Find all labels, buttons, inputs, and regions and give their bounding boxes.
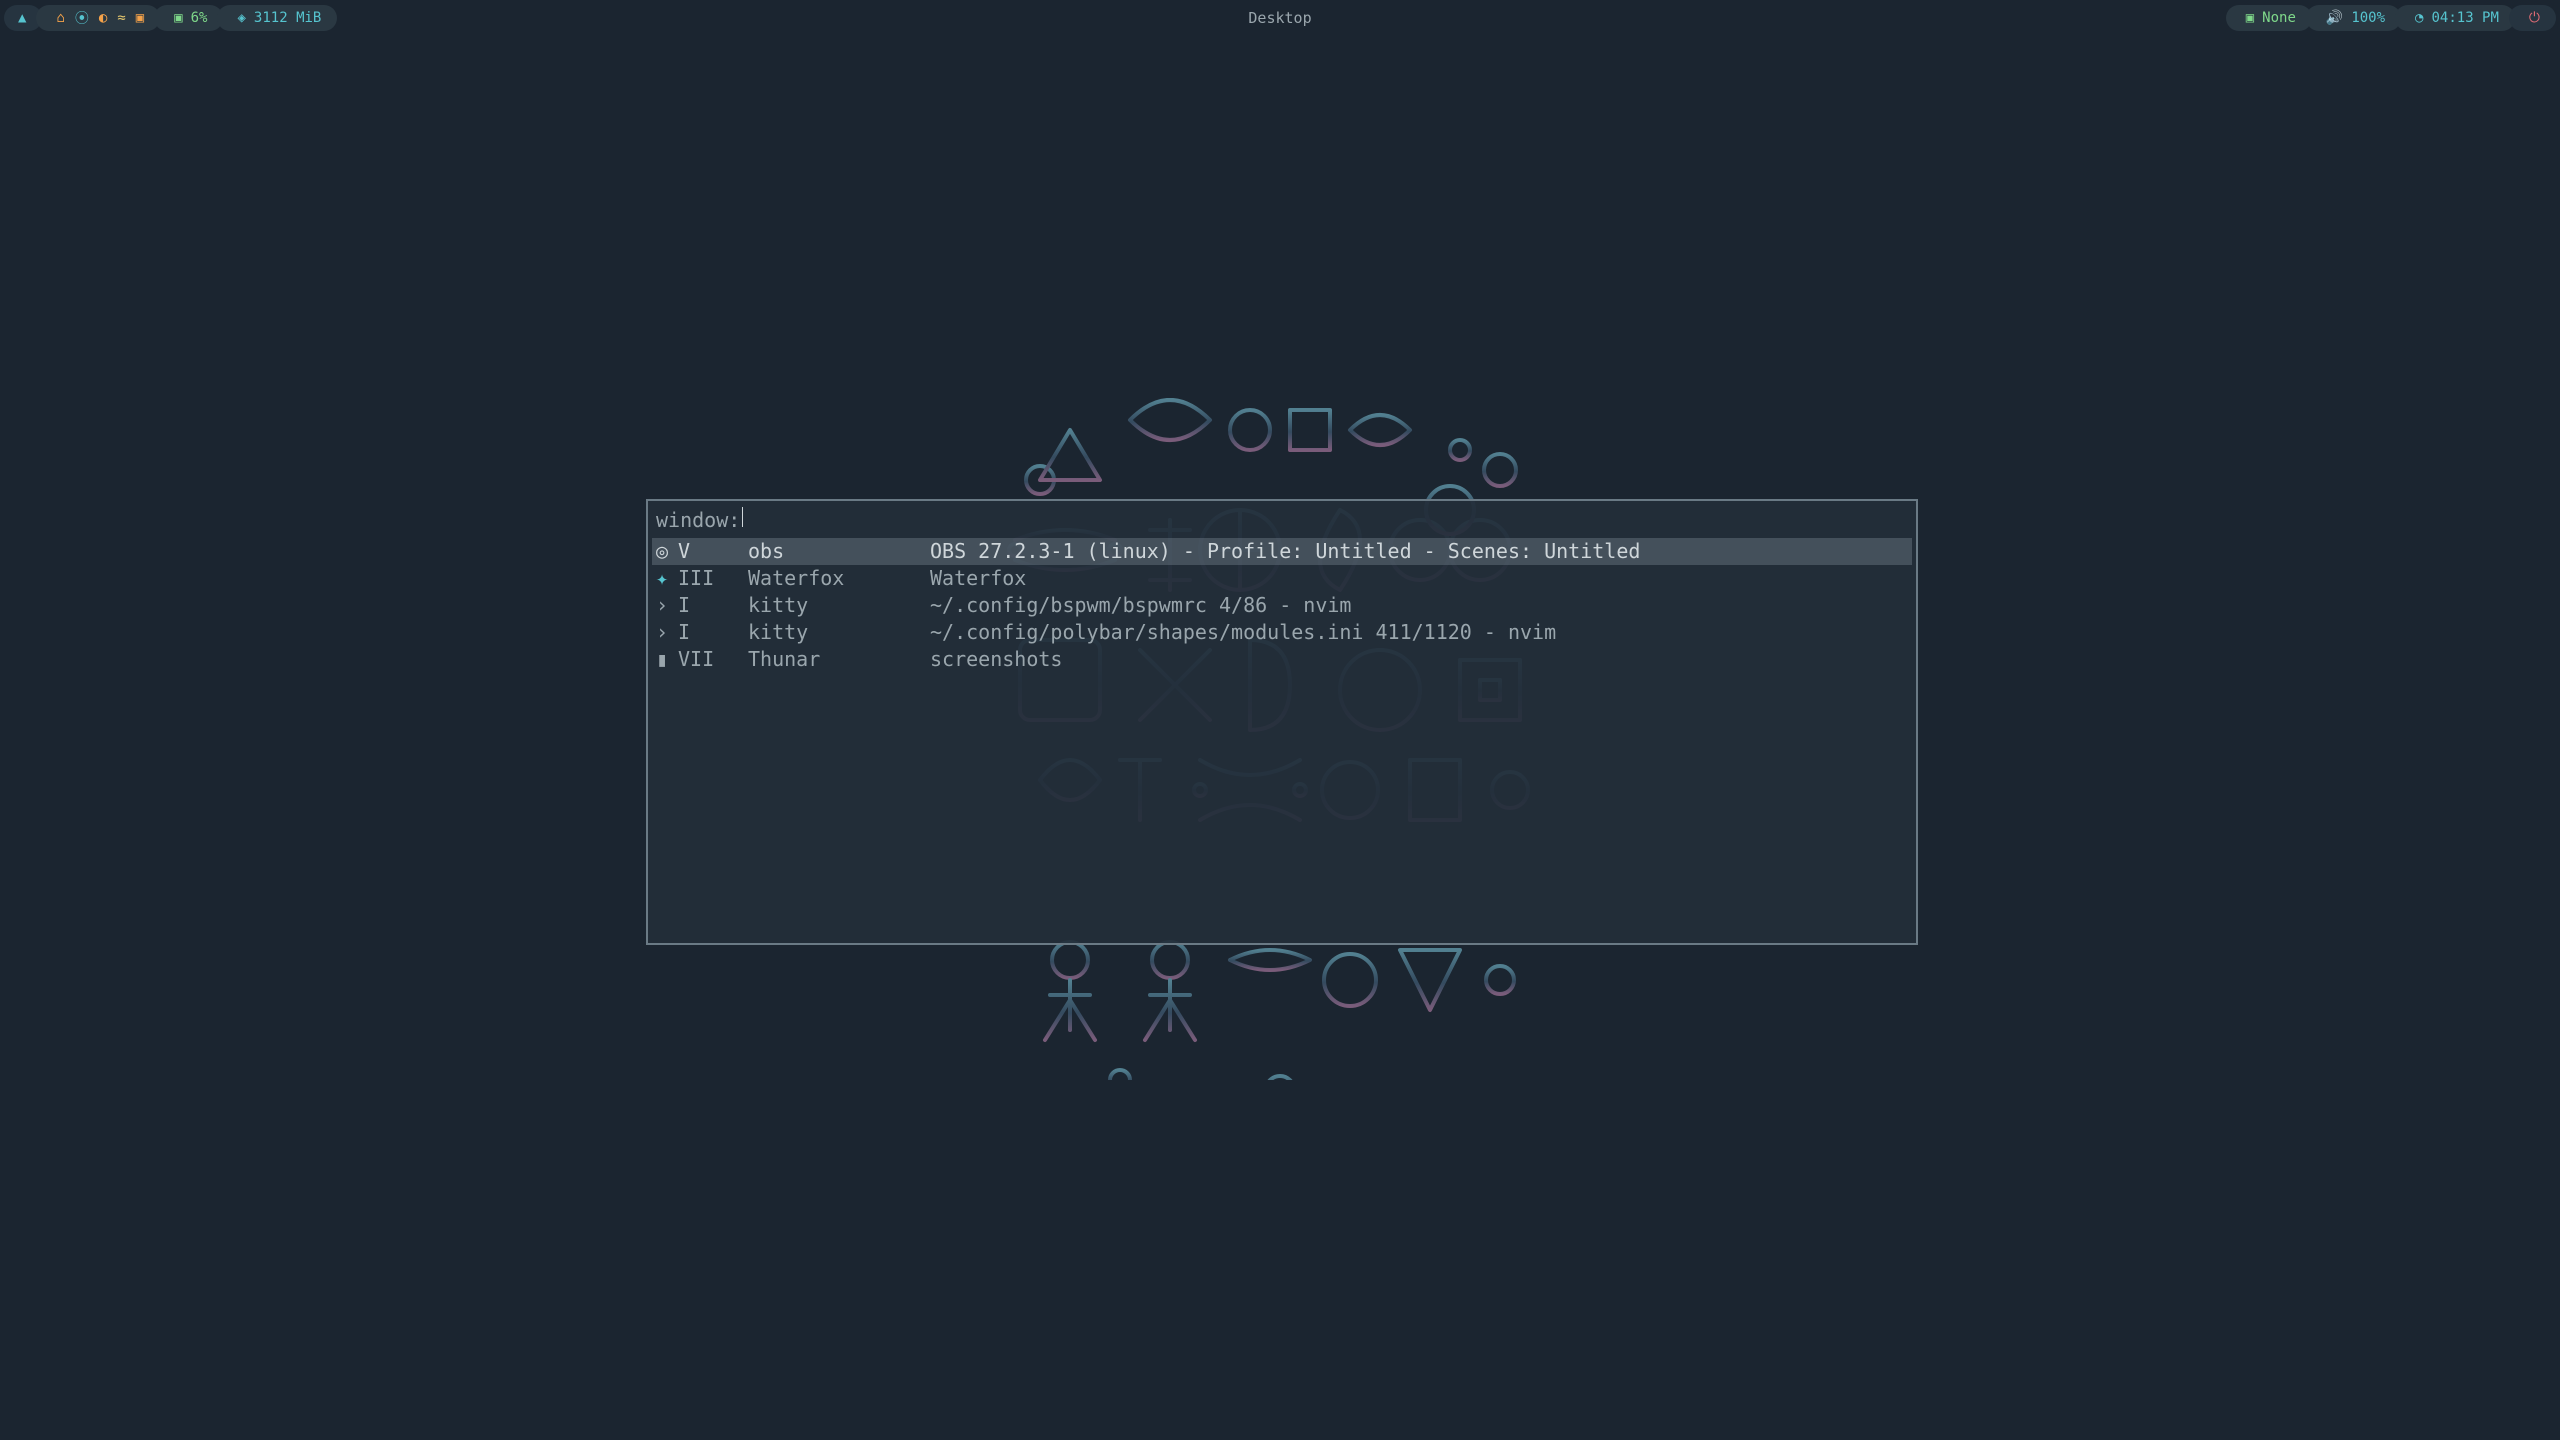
rofi-row-title: screenshots <box>930 646 1908 673</box>
cpu-value: 6% <box>191 10 208 26</box>
workspace-switcher[interactable]: ⌂ ⦿ ◐ ≈ ▣ <box>36 5 160 31</box>
volume-value: 100% <box>2351 10 2385 26</box>
rofi-row-title: ~/.config/bspwm/bspwmrc 4/86 - nvim <box>930 592 1908 619</box>
arch-logo-icon: ▲ <box>18 11 26 25</box>
obs-icon: ◎ <box>656 538 678 565</box>
status-bar: ▲ ⌂ ⦿ ◐ ≈ ▣ ▣ 6% ◈ 3112 MiB Desktop ▣ No… <box>0 0 2560 36</box>
workspace-icons: ⌂ ⦿ ◐ ≈ ▣ <box>56 8 144 28</box>
workspace-5-icon[interactable]: ▣ <box>136 10 144 26</box>
terminal-icon: › <box>656 592 678 619</box>
clock-module[interactable]: ◔ 04:13 PM <box>2395 5 2515 31</box>
rofi-row-title: ~/.config/polybar/shapes/modules.ini 411… <box>930 619 1908 646</box>
clock-icon: ◔ <box>2415 11 2423 25</box>
rofi-row-ws: III <box>678 565 748 592</box>
cpu-module[interactable]: ▣ 6% <box>154 5 223 31</box>
rofi-row-ws: I <box>678 592 748 619</box>
rofi-window-switcher[interactable]: window: ◎ V obs OBS 27.2.3-1 (linux) - P… <box>646 499 1918 945</box>
memory-value: 3112 MiB <box>254 10 321 26</box>
workspace-4-icon[interactable]: ≈ <box>117 10 125 26</box>
rofi-row-app: obs <box>748 538 930 565</box>
rofi-result-list: ◎ V obs OBS 27.2.3-1 (linux) - Profile: … <box>652 538 1912 673</box>
rofi-row-ws: VII <box>678 646 748 673</box>
music-module[interactable]: ▣ None <box>2226 5 2312 31</box>
rofi-row-obs[interactable]: ◎ V obs OBS 27.2.3-1 (linux) - Profile: … <box>652 538 1912 565</box>
rofi-prompt-label: window: <box>656 507 740 534</box>
rofi-prompt-row: window: <box>652 505 1912 536</box>
rofi-row-kitty-2[interactable]: › I kitty ~/.config/polybar/shapes/modul… <box>652 619 1912 646</box>
rofi-row-kitty-1[interactable]: › I kitty ~/.config/bspwm/bspwmrc 4/86 -… <box>652 592 1912 619</box>
window-title: Desktop <box>1248 9 1311 27</box>
rofi-search-input[interactable] <box>743 507 1908 534</box>
memory-module[interactable]: ◈ 3112 MiB <box>217 5 337 31</box>
volume-module[interactable]: 🔊 100% <box>2306 5 2401 31</box>
rofi-row-thunar[interactable]: ▮ VII Thunar screenshots <box>652 646 1912 673</box>
workspace-3-icon[interactable]: ◐ <box>99 10 107 26</box>
music-value: None <box>2262 10 2296 26</box>
rofi-row-waterfox[interactable]: ✦ III Waterfox Waterfox <box>652 565 1912 592</box>
rofi-row-ws: V <box>678 538 748 565</box>
clock-value: 04:13 PM <box>2431 10 2498 26</box>
rofi-row-title: Waterfox <box>930 565 1908 592</box>
memory-icon: ◈ <box>237 11 245 25</box>
rofi-row-app: Thunar <box>748 646 930 673</box>
status-bar-left: ▲ ⌂ ⦿ ◐ ≈ ▣ ▣ 6% ◈ 3112 MiB <box>4 0 337 36</box>
rofi-row-ws: I <box>678 619 748 646</box>
power-menu[interactable]: ⏻ <box>2509 5 2556 31</box>
rofi-row-app: Waterfox <box>748 565 930 592</box>
rofi-row-title: OBS 27.2.3-1 (linux) - Profile: Untitled… <box>930 538 1908 565</box>
waterfox-icon: ✦ <box>656 565 678 592</box>
volume-icon: 🔊 <box>2326 11 2343 25</box>
folder-icon: ▮ <box>656 646 678 673</box>
music-icon: ▣ <box>2246 11 2254 25</box>
status-bar-right: ▣ None 🔊 100% ◔ 04:13 PM ⏻ <box>2226 0 2556 36</box>
power-icon: ⏻ <box>2529 11 2540 25</box>
workspace-1-icon[interactable]: ⌂ <box>56 10 64 26</box>
cpu-icon: ▣ <box>174 11 182 25</box>
workspace-2-icon[interactable]: ⦿ <box>75 8 89 28</box>
rofi-row-app: kitty <box>748 592 930 619</box>
terminal-icon: › <box>656 619 678 646</box>
rofi-row-app: kitty <box>748 619 930 646</box>
